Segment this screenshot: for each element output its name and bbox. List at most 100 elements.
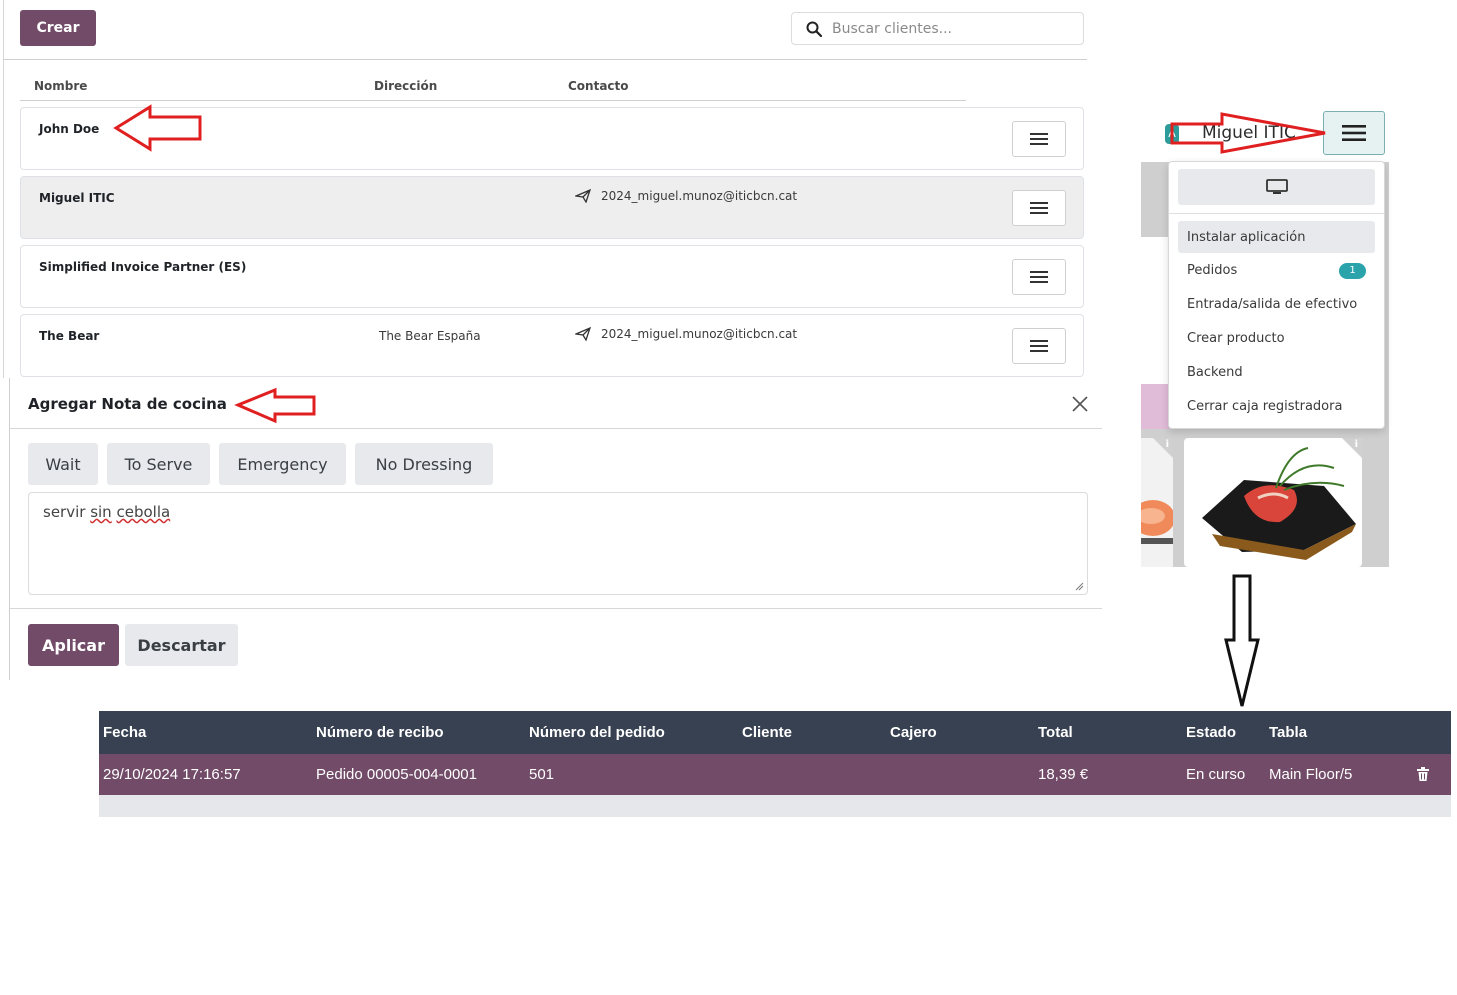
- dialog-title: Agregar Nota de cocina: [28, 395, 227, 413]
- customer-row[interactable]: Miguel ITIC 2024_miguel.munoz@iticbcn.ca…: [20, 176, 1084, 239]
- menu-item-cash-in-out[interactable]: Entrada/salida de efectivo: [1178, 288, 1375, 320]
- category-button-partial: [1141, 384, 1171, 429]
- orders-table: Fecha Número de recibo Número del pedido…: [99, 711, 1451, 817]
- dialog-border: [9, 378, 10, 680]
- order-table: Main Floor/5: [1269, 766, 1353, 783]
- apply-button[interactable]: Aplicar: [28, 624, 119, 666]
- divider: [3, 59, 1087, 60]
- menu-item-label: Pedidos: [1187, 262, 1238, 278]
- order-total: 18,39 €: [1038, 766, 1089, 783]
- menu-icon: [1342, 125, 1366, 141]
- kitchen-note-dialog: Agregar Nota de cocina Wait To Serve Eme…: [9, 378, 1102, 680]
- panel-border: [3, 0, 4, 378]
- product-card[interactable]: i: [1184, 438, 1362, 567]
- order-receipt: Pedido 00005-004-0001: [316, 766, 477, 783]
- info-icon: i: [1165, 439, 1169, 450]
- column-header-address: Dirección: [374, 79, 438, 93]
- send-icon: [575, 189, 591, 203]
- menu-icon: [1030, 340, 1048, 352]
- create-customer-button[interactable]: Crear: [20, 10, 96, 46]
- tag-wait-button[interactable]: Wait: [28, 443, 98, 485]
- column-header-receipt[interactable]: Número de recibo: [316, 724, 444, 741]
- customer-menu-button[interactable]: [1012, 328, 1066, 364]
- column-header-date[interactable]: Fecha: [103, 724, 146, 741]
- product-card-partial: [1141, 237, 1171, 384]
- column-header-cashier[interactable]: Cajero: [890, 724, 937, 741]
- monitor-icon: [1265, 179, 1288, 194]
- column-header-status[interactable]: Estado: [1186, 724, 1236, 741]
- customer-email-text: 2024_miguel.munoz@iticbcn.cat: [601, 327, 798, 341]
- close-icon[interactable]: [1071, 395, 1089, 413]
- divider: [9, 608, 1102, 609]
- menu-item-label: Crear producto: [1187, 330, 1285, 346]
- customer-list-panel: Crear Nombre Dirección Contacto John Doe…: [0, 0, 1090, 378]
- trash-icon[interactable]: [1417, 767, 1429, 781]
- customer-search-input[interactable]: [832, 20, 1062, 37]
- menu-icon: [1030, 202, 1048, 214]
- note-text-misspelled: cebolla: [116, 503, 171, 521]
- order-status: En curso: [1186, 766, 1246, 783]
- column-header-contact: Contacto: [568, 79, 629, 93]
- discard-button[interactable]: Descartar: [125, 624, 238, 666]
- send-icon: [575, 327, 591, 341]
- divider: [20, 100, 966, 101]
- resize-handle-icon[interactable]: [1075, 582, 1084, 591]
- info-icon[interactable]: [1342, 438, 1362, 458]
- order-date: 29/10/2024 17:16:57: [103, 766, 241, 783]
- menu-item-orders[interactable]: Pedidos 1: [1178, 254, 1375, 286]
- column-header-name: Nombre: [34, 79, 88, 93]
- note-text-misspelled: sin: [90, 503, 112, 521]
- divider: [1169, 213, 1384, 214]
- note-text: servir: [43, 503, 91, 521]
- menu-item-close-register[interactable]: Cerrar caja registradora: [1178, 390, 1375, 422]
- orders-count-badge: 1: [1339, 263, 1366, 279]
- customer-menu-button[interactable]: [1012, 190, 1066, 226]
- customer-email: 2024_miguel.munoz@iticbcn.cat: [575, 327, 797, 341]
- customer-name: The Bear: [39, 329, 100, 343]
- customer-email: 2024_miguel.munoz@iticbcn.cat: [575, 189, 797, 203]
- customer-menu-button[interactable]: [1012, 259, 1066, 295]
- info-icon: i: [1354, 439, 1358, 450]
- menu-item-install-app[interactable]: Instalar aplicación: [1178, 221, 1375, 253]
- customer-name: Simplified Invoice Partner (ES): [39, 260, 247, 274]
- divider: [9, 428, 1102, 429]
- customer-display-button[interactable]: [1178, 169, 1375, 205]
- column-header-order-number[interactable]: Número del pedido: [529, 724, 665, 741]
- customer-address: The Bear España: [379, 329, 481, 343]
- tag-emergency-button[interactable]: Emergency: [219, 443, 346, 485]
- tag-to-serve-button[interactable]: To Serve: [107, 443, 210, 485]
- column-header-customer[interactable]: Cliente: [742, 724, 792, 741]
- menu-item-label: Cerrar caja registradora: [1187, 398, 1343, 414]
- column-header-table[interactable]: Tabla: [1269, 724, 1307, 741]
- annotation-arrow: [1224, 574, 1260, 707]
- menu-item-backend[interactable]: Backend: [1178, 356, 1375, 388]
- column-header-total[interactable]: Total: [1038, 724, 1073, 741]
- menu-icon: [1030, 133, 1048, 145]
- order-number: 501: [529, 766, 555, 783]
- customer-name: John Doe: [39, 122, 100, 136]
- pos-menu-dropdown: Instalar aplicación Pedidos 1 Entrada/sal…: [1168, 161, 1385, 429]
- current-user-name[interactable]: Miguel ITIC: [1202, 123, 1296, 143]
- customer-row[interactable]: The Bear The Bear España 2024_miguel.mun…: [20, 314, 1084, 377]
- table-row[interactable]: 29/10/2024 17:16:57 Pedido 00005-004-000…: [99, 754, 1451, 795]
- customer-row[interactable]: Simplified Invoice Partner (ES): [20, 245, 1084, 308]
- menu-item-label: Backend: [1187, 364, 1243, 380]
- search-icon: [806, 21, 822, 37]
- menu-item-create-product[interactable]: Crear producto: [1178, 322, 1375, 354]
- tag-no-dressing-button[interactable]: No Dressing: [355, 443, 493, 485]
- menu-item-label: Instalar aplicación: [1187, 229, 1306, 245]
- customer-menu-button[interactable]: [1012, 121, 1066, 157]
- customer-name: Miguel ITIC: [39, 191, 115, 205]
- avatar: A: [1165, 124, 1179, 144]
- customer-email-text: 2024_miguel.munoz@iticbcn.cat: [601, 189, 798, 203]
- product-card-partial[interactable]: i: [1141, 438, 1173, 567]
- customer-row[interactable]: John Doe: [20, 107, 1084, 170]
- menu-icon: [1030, 271, 1048, 283]
- menu-item-label: Entrada/salida de efectivo: [1187, 296, 1358, 312]
- kitchen-note-textarea[interactable]: servir sin cebolla: [28, 492, 1088, 595]
- customer-search-field[interactable]: [791, 12, 1084, 45]
- product-image: [1202, 447, 1356, 560]
- table-header: Fecha Número de recibo Número del pedido…: [99, 711, 1451, 754]
- main-menu-button[interactable]: [1323, 111, 1385, 155]
- info-icon[interactable]: [1153, 438, 1173, 458]
